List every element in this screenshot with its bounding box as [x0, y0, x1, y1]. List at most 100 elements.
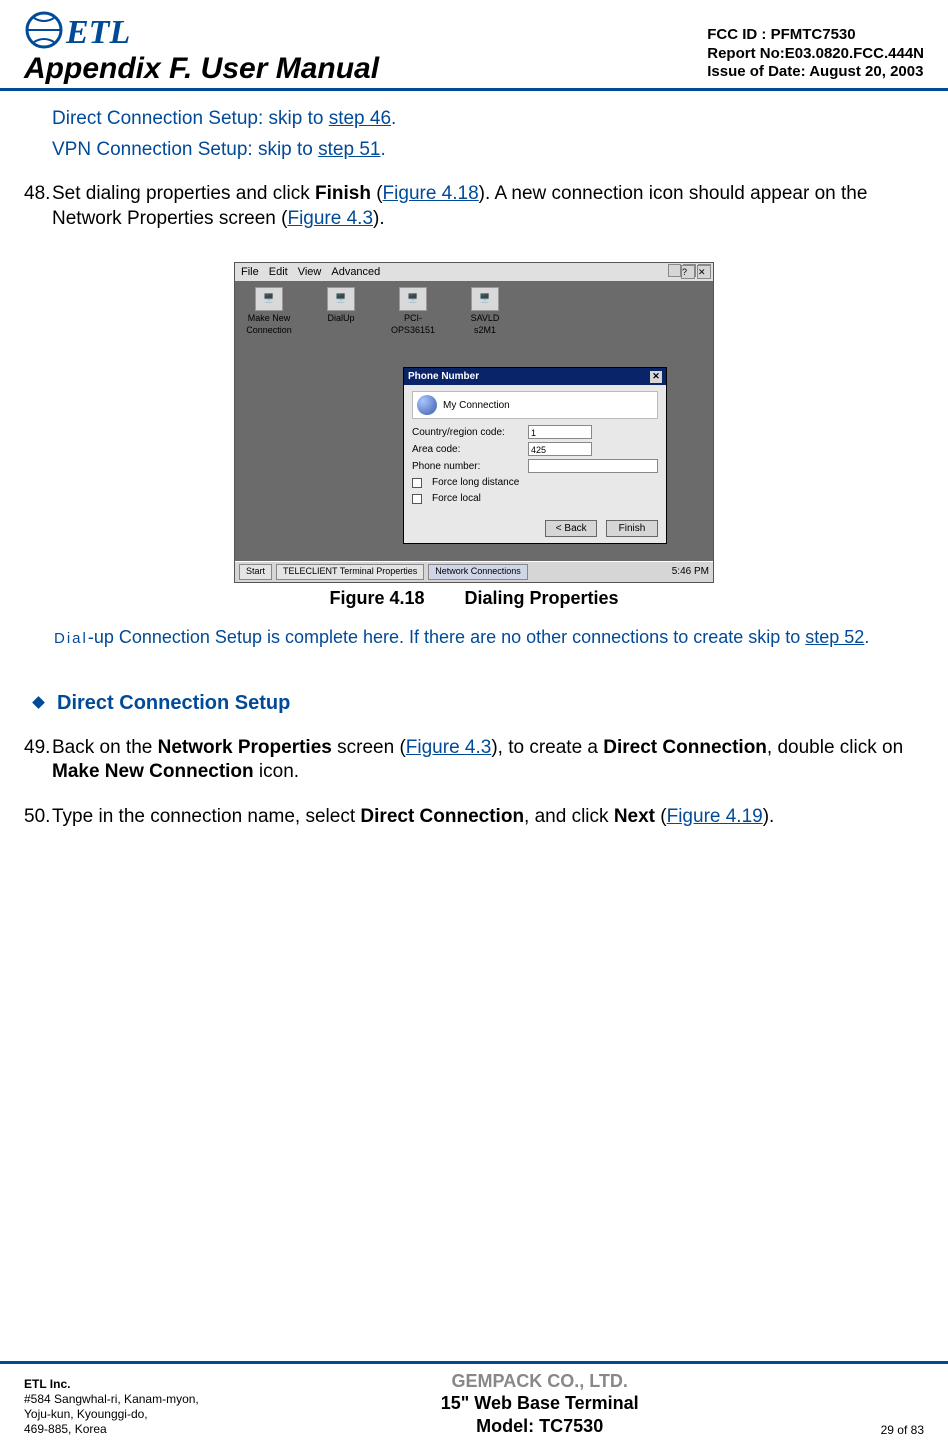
icon-savld[interactable]: 🖥️ SAVLD s2M1: [459, 287, 511, 336]
link-figure-4-3[interactable]: Figure 4.3: [406, 737, 492, 758]
fcc-id: FCC ID : PFMTC7530: [707, 26, 924, 45]
taskbar-clock: 5:46 PM: [672, 565, 709, 578]
force-long-label: Force long distance: [432, 476, 519, 489]
menubar-icon[interactable]: [668, 264, 681, 277]
link-step-52[interactable]: step 52: [805, 627, 864, 647]
country-label: Country/region code:: [412, 426, 522, 439]
dialog-body: My Connection Country/region code: 1 Are…: [404, 385, 666, 514]
step-num: 50.: [24, 805, 52, 830]
nic-icon: 🖥️: [399, 287, 427, 311]
dot: .: [391, 108, 396, 129]
direct-skip-line: Direct Connection Setup: skip to step 46…: [52, 107, 924, 132]
close-icon[interactable]: [697, 265, 711, 279]
link-step-46[interactable]: step 46: [329, 108, 391, 129]
figure-caption: Figure 4.18 Dialing Properties: [24, 587, 924, 610]
connection-name: My Connection: [443, 399, 510, 412]
issue-date: Issue of Date: August 20, 2003: [707, 63, 924, 82]
mock-desktop: 🖥️ Make New Connection 🖥️ DialUp 🖥️ PCI-…: [235, 281, 713, 561]
etl-inc: ETL Inc.: [24, 1377, 199, 1392]
area-row: Area code: 425: [412, 442, 658, 456]
appendix-title: Appendix F. User Manual: [24, 52, 707, 86]
menu-edit[interactable]: Edit: [269, 265, 288, 279]
menu-advanced[interactable]: Advanced: [331, 265, 380, 279]
header-right: FCC ID : PFMTC7530 Report No:E03.0820.FC…: [707, 26, 924, 86]
finish-word: Finish: [315, 183, 371, 204]
addr3: 469-885, Korea: [24, 1422, 199, 1437]
gempack: GEMPACK CO., LTD.: [441, 1370, 639, 1393]
menu-view[interactable]: View: [298, 265, 322, 279]
mock-menubar: File Edit View Advanced: [235, 263, 713, 281]
addr2: Yoju-kun, Kyounggi-do,: [24, 1407, 199, 1422]
task-network-connections[interactable]: Network Connections: [428, 564, 528, 580]
caption-title: Dialing Properties: [465, 588, 619, 608]
section-title: Direct Connection Setup: [57, 690, 290, 716]
step-50: 50. Type in the connection name, select …: [24, 805, 924, 830]
menu-file[interactable]: File: [241, 265, 259, 279]
icon-pci[interactable]: 🖥️ PCI-OPS36151: [387, 287, 439, 336]
task-terminal-props[interactable]: TELECLIENT Terminal Properties: [276, 564, 424, 580]
force-local-checkbox[interactable]: [412, 494, 422, 504]
phone-number-dialog: Phone Number ✕ My Connection Country/reg…: [403, 367, 667, 544]
computer-icon: 🖥️: [255, 287, 283, 311]
step-num: 48.: [24, 182, 52, 231]
globe-icon: [417, 395, 437, 415]
start-button[interactable]: Start: [239, 564, 272, 580]
svg-text:ETL: ETL: [65, 14, 130, 50]
footer-left: ETL Inc. #584 Sangwhal-ri, Kanam-myon, Y…: [24, 1377, 199, 1437]
force-long-checkbox[interactable]: [412, 478, 422, 488]
desktop-icons: 🖥️ Make New Connection 🖥️ DialUp 🖥️ PCI-…: [235, 281, 713, 342]
page-header: ETL Appendix F. User Manual FCC ID : PFM…: [0, 0, 948, 91]
dialog-titlebar: Phone Number ✕: [404, 368, 666, 385]
country-select[interactable]: 1: [528, 425, 592, 439]
country-row: Country/region code: 1: [412, 425, 658, 439]
dot: .: [380, 139, 385, 160]
vpn-skip-text: VPN Connection Setup: skip to: [52, 139, 318, 160]
dialup-complete-note: Dial-up Connection Setup is complete her…: [54, 626, 924, 649]
help-icon[interactable]: [681, 265, 695, 279]
product: 15" Web Base Terminal: [441, 1392, 639, 1415]
link-figure-4-18[interactable]: Figure 4.18: [383, 183, 479, 204]
link-figure-4-3[interactable]: Figure 4.3: [287, 208, 373, 229]
etl-logo: ETL: [24, 10, 707, 50]
step-text: Type in the connection name, select Dire…: [52, 805, 924, 830]
dial-word: Dial: [54, 630, 88, 647]
report-no: Report No:E03.0820.FCC.444N: [707, 45, 924, 64]
dialog-title: Phone Number: [408, 370, 479, 383]
mock-window: File Edit View Advanced 🖥️ Make Ne: [234, 262, 714, 583]
header-left: ETL Appendix F. User Manual: [24, 10, 707, 86]
area-label: Area code:: [412, 443, 522, 456]
force-long-row: Force long distance: [412, 476, 658, 489]
content: Direct Connection Setup: skip to step 46…: [0, 91, 948, 830]
icon-dialup[interactable]: 🖥️ DialUp: [315, 287, 367, 336]
force-local-label: Force local: [432, 492, 481, 505]
link-step-51[interactable]: step 51: [318, 139, 380, 160]
caption-number: Figure 4.18: [329, 588, 424, 608]
vpn-skip-line: VPN Connection Setup: skip to step 51.: [52, 138, 924, 163]
step-text: Set dialing properties and click Finish …: [52, 182, 924, 231]
step-49: 49. Back on the Network Properties scree…: [24, 736, 924, 785]
taskbar-left: Start TELECLIENT Terminal Properties Net…: [239, 564, 528, 580]
addr1: #584 Sangwhal-ri, Kanam-myon,: [24, 1392, 199, 1407]
phone-row: Phone number:: [412, 459, 658, 473]
dialup-icon: 🖥️: [327, 287, 355, 311]
link-figure-4-19[interactable]: Figure 4.19: [667, 806, 763, 827]
phone-input[interactable]: [528, 459, 658, 473]
finish-button[interactable]: Finish: [606, 520, 658, 537]
page-number: 29 of 83: [881, 1423, 924, 1437]
diamond-bullet-icon: [32, 696, 45, 709]
dialog-close-icon[interactable]: ✕: [650, 371, 662, 383]
icon-make-new-connection[interactable]: 🖥️ Make New Connection: [243, 287, 295, 336]
mock-taskbar: Start TELECLIENT Terminal Properties Net…: [235, 561, 713, 582]
direct-skip-text: Direct Connection Setup: skip to: [52, 108, 329, 129]
footer-center: GEMPACK CO., LTD. 15" Web Base Terminal …: [441, 1370, 639, 1438]
phone-label: Phone number:: [412, 460, 522, 473]
nic-icon: 🖥️: [471, 287, 499, 311]
connection-row: My Connection: [412, 391, 658, 419]
step-48: 48. Set dialing properties and click Fin…: [24, 182, 924, 231]
force-local-row: Force local: [412, 492, 658, 505]
section-direct-connection: Direct Connection Setup: [28, 690, 924, 716]
dialog-buttons: < Back Finish: [404, 514, 666, 543]
back-button[interactable]: < Back: [545, 520, 597, 537]
figure-4-18: File Edit View Advanced 🖥️ Make Ne: [24, 262, 924, 610]
area-input[interactable]: 425: [528, 442, 592, 456]
